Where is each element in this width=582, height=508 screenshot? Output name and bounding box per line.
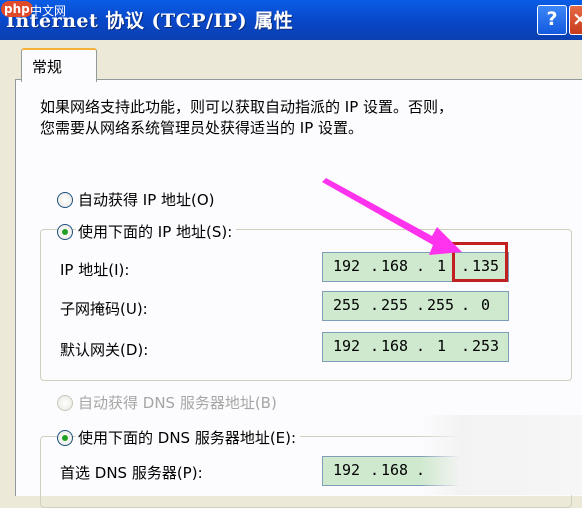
tab-general-label: 常规 bbox=[32, 58, 63, 76]
tab-general[interactable]: 常规 bbox=[21, 48, 97, 82]
